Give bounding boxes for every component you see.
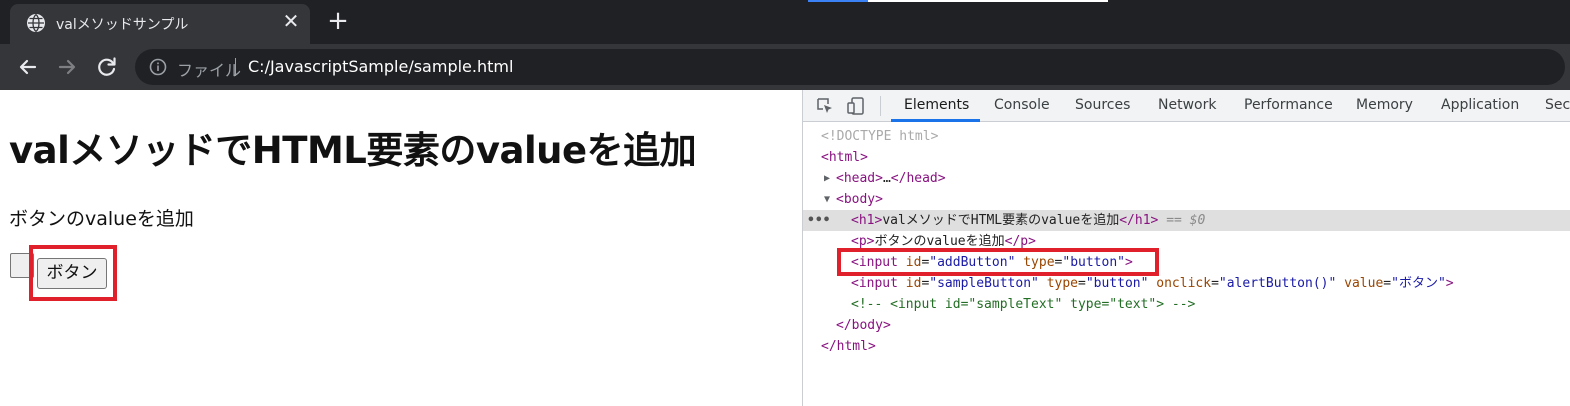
- tab-title: valメソッドサンプル: [56, 17, 189, 33]
- h1-element: <h1>valメソッドでHTML要素のvalueを追加</h1> == $0: [851, 213, 1206, 228]
- more-options-icon[interactable]: •••: [807, 210, 830, 231]
- head-close-tag-name: head: [906, 171, 938, 186]
- devtools-toolbar: Elements Console Sources Network Perform…: [803, 90, 1570, 122]
- browser-toolbar: ファイル C:/JavascriptSample/sample.html: [0, 44, 1570, 90]
- collapse-triangle-icon[interactable]: ▼: [824, 189, 830, 210]
- dom-line-comment[interactable]: <!-- <input id="sampleText" type="text">…: [803, 294, 1570, 315]
- address-bar[interactable]: ファイル C:/JavascriptSample/sample.html: [135, 49, 1565, 85]
- attr-value: button: [1093, 276, 1141, 291]
- doctype-text: <!DOCTYPE html>: [821, 129, 939, 144]
- attr-name: value: [1344, 276, 1384, 291]
- html-close-tag: </html>: [821, 339, 876, 354]
- html-tag-name: html: [828, 150, 861, 165]
- h1-tag-name: h1: [858, 213, 875, 228]
- inspect-element-icon[interactable]: [815, 96, 835, 116]
- tab-network[interactable]: Network: [1158, 90, 1216, 122]
- html-close-tag-name: html: [836, 339, 868, 354]
- comment-text: <!-- <input id="sampleText" type="text">…: [851, 297, 1196, 312]
- page-paragraph: ボタンのvalueを追加: [9, 208, 194, 230]
- h1-text: valメソッドでHTML要素のvalueを追加: [882, 213, 1120, 228]
- body-open-tag: <body>: [836, 192, 883, 207]
- head-tag-name: head: [843, 171, 876, 186]
- dom-line-head[interactable]: ▶ <head>…</head>: [803, 168, 1570, 189]
- selected-marker: == $0: [1166, 213, 1206, 228]
- attr-value: alertButton(): [1226, 276, 1329, 291]
- p-tag-name: p: [858, 234, 867, 249]
- tab-application[interactable]: Application: [1441, 90, 1519, 122]
- body-tag-name: body: [843, 192, 876, 207]
- close-icon[interactable]: ✕: [280, 10, 302, 32]
- tab-elements[interactable]: Elements: [904, 90, 969, 122]
- back-arrow-icon[interactable]: [14, 53, 42, 81]
- p-text: ボタンのvalueを追加: [874, 234, 1005, 249]
- highlight-box-page: [29, 245, 117, 301]
- url-separator: [235, 58, 236, 76]
- attr-value: sampleButton: [937, 276, 1032, 291]
- dom-line-html-close[interactable]: </html>: [803, 336, 1570, 357]
- attr-value: ボタン: [1398, 276, 1438, 291]
- body-close-tag-name: body: [851, 318, 883, 333]
- dom-line-doctype[interactable]: <!DOCTYPE html>: [803, 126, 1570, 147]
- input-tag-name: input: [858, 276, 898, 291]
- tab-console[interactable]: Console: [994, 90, 1050, 122]
- attr-name: type: [1046, 276, 1078, 291]
- browser-titlebar: valメソッドサンプル ✕ +: [0, 0, 1570, 44]
- highlight-box-devtools: [837, 248, 1159, 276]
- dom-line-input-sample[interactable]: <input id="sampleButton" type="button" o…: [803, 273, 1570, 294]
- attr-name: id: [905, 276, 922, 291]
- body-close-tag: </body>: [836, 318, 891, 333]
- globe-icon: [27, 14, 45, 32]
- expand-triangle-icon[interactable]: ▶: [824, 168, 830, 189]
- info-icon[interactable]: [149, 58, 167, 76]
- new-tab-button[interactable]: +: [325, 8, 351, 34]
- tab-sources[interactable]: Sources: [1075, 90, 1130, 122]
- dom-line-body[interactable]: ▼ <body>: [803, 189, 1570, 210]
- p-close-tag-name: p: [1020, 234, 1029, 249]
- page-heading: valメソッドでHTML要素のvalueを追加: [9, 129, 697, 172]
- tab-memory[interactable]: Memory: [1356, 90, 1413, 122]
- browser-tab[interactable]: valメソッドサンプル ✕: [10, 4, 310, 44]
- toolbar-divider: [880, 96, 881, 116]
- tab-performance[interactable]: Performance: [1244, 90, 1333, 122]
- active-tab-indicator: [891, 119, 980, 122]
- device-toolbar-icon[interactable]: [846, 96, 866, 116]
- h1-close-tag-name: h1: [1134, 213, 1151, 228]
- html-open-tag: <html>: [821, 150, 868, 165]
- page-viewport: valメソッドでHTML要素のvalueを追加 ボタンのvalueを追加 ボタン: [0, 90, 802, 406]
- tab-security[interactable]: Sec: [1545, 90, 1570, 122]
- dom-line-body-close[interactable]: </body>: [803, 315, 1570, 336]
- head-ellipsis: …: [882, 171, 891, 186]
- head-element: <head>…</head>: [836, 171, 946, 186]
- dom-line-h1[interactable]: ••• <h1>valメソッドでHTML要素のvalueを追加</h1> == …: [803, 210, 1570, 231]
- reload-icon[interactable]: [93, 53, 121, 81]
- attr-name: onclick: [1156, 276, 1212, 291]
- forward-arrow-icon[interactable]: [53, 53, 81, 81]
- url-text[interactable]: C:/JavascriptSample/sample.html: [248, 57, 513, 76]
- scheme-label: ファイル: [177, 61, 242, 80]
- dom-line-html[interactable]: <html>: [803, 147, 1570, 168]
- input-sample-element: <input id="sampleButton" type="button" o…: [851, 276, 1454, 291]
- titlebar-accent-blue: [808, 0, 868, 2]
- devtools-panel: Elements Console Sources Network Perform…: [802, 90, 1570, 406]
